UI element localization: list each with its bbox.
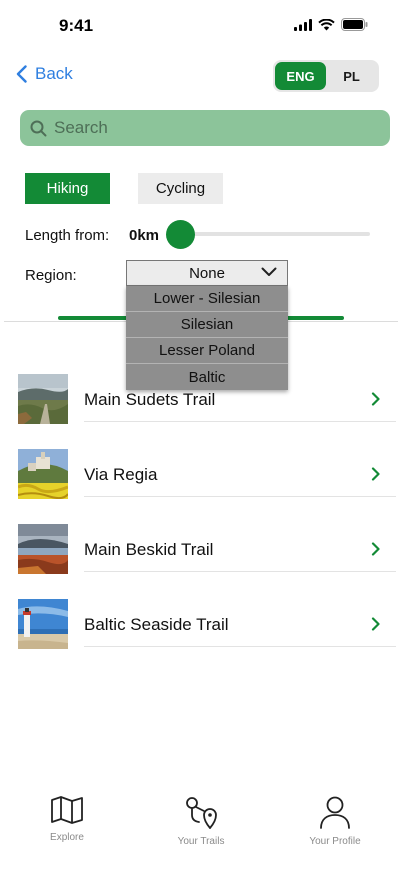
chevron-down-icon <box>261 267 277 276</box>
chevron-right-icon <box>371 542 380 556</box>
castle-hill-photo <box>18 449 68 499</box>
region-label: Region: <box>25 267 77 284</box>
region-option[interactable]: Lower - Silesian <box>126 286 288 312</box>
trail-name: Main Beskid Trail <box>84 540 214 559</box>
language-pl-button[interactable]: PL <box>326 62 377 90</box>
search-placeholder: Search <box>54 118 108 137</box>
status-bar: 9:41 <box>0 0 402 50</box>
lighthouse-beach-photo <box>18 599 68 649</box>
search-input[interactable]: Search <box>20 110 390 146</box>
tab-explore-label: Explore <box>50 832 84 843</box>
tab-explore[interactable]: Explore <box>17 795 117 843</box>
region-option[interactable]: Silesian <box>126 312 288 338</box>
status-time: 9:41 <box>59 16 94 35</box>
trail-list: Main Sudets Trail Via Regia Main Beskid … <box>0 370 402 670</box>
status-icons <box>294 18 368 31</box>
chevron-right-icon <box>371 392 380 406</box>
trail-name: Via Regia <box>84 465 158 484</box>
trail-row[interactable]: Via Regia <box>0 445 402 520</box>
region-dropdown-menu: Lower - Silesian Silesian Lesser Poland … <box>126 286 288 390</box>
tab-your-profile-label: Your Profile <box>309 836 361 847</box>
row-divider <box>84 646 396 647</box>
chevron-right-icon <box>371 467 380 481</box>
signal-icon <box>294 18 312 31</box>
region-option[interactable]: Lesser Poland <box>126 338 288 364</box>
battery-icon <box>341 18 368 31</box>
language-eng-button[interactable]: ENG <box>275 62 326 90</box>
back-label: Back <box>35 64 73 83</box>
filter-hiking-button[interactable]: Hiking <box>25 173 110 204</box>
wifi-icon <box>318 18 335 30</box>
chevron-left-icon <box>16 65 27 83</box>
language-toggle[interactable]: ENG PL <box>273 60 379 92</box>
trail-row[interactable]: Baltic Seaside Trail <box>0 595 402 670</box>
region-select[interactable]: None <box>126 260 288 286</box>
length-slider-thumb[interactable] <box>166 220 195 249</box>
length-slider-track[interactable] <box>180 232 370 236</box>
length-value: 0km <box>129 227 160 244</box>
person-icon <box>320 796 350 829</box>
tab-bar: Explore Your Trails Your Profile <box>0 795 402 874</box>
region-selected-value: None <box>189 264 225 282</box>
search-icon <box>30 120 47 136</box>
trail-name: Main Sudets Trail <box>84 390 216 409</box>
tab-your-trails[interactable]: Your Trails <box>151 795 251 847</box>
mountain-path-photo <box>18 374 68 424</box>
row-divider <box>84 421 396 422</box>
tab-your-profile[interactable]: Your Profile <box>285 795 385 847</box>
trail-name: Baltic Seaside Trail <box>84 615 229 634</box>
length-label: Length from: <box>25 227 110 244</box>
map-icon <box>51 796 83 824</box>
row-divider <box>84 496 396 497</box>
trail-row[interactable]: Main Beskid Trail <box>0 520 402 595</box>
route-icon <box>186 797 217 829</box>
region-option[interactable]: Baltic <box>126 364 288 390</box>
row-divider <box>84 571 396 572</box>
filter-cycling-button[interactable]: Cycling <box>138 173 223 204</box>
chevron-right-icon <box>371 617 380 631</box>
tab-your-trails-label: Your Trails <box>177 836 225 847</box>
back-button[interactable]: Back <box>16 64 73 84</box>
mountain-lake-photo <box>18 524 68 574</box>
